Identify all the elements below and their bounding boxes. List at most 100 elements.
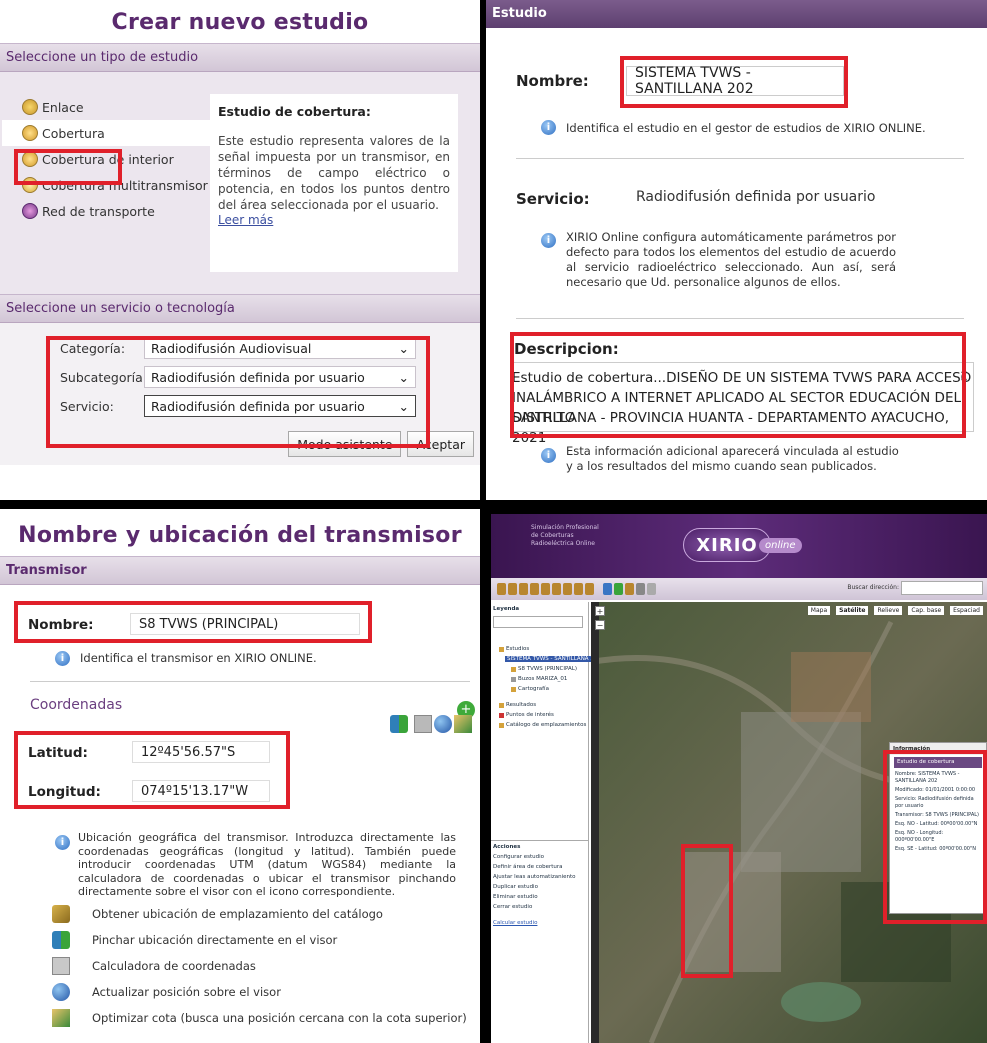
chevron-down-icon: ⌄ bbox=[398, 369, 409, 385]
transmitter-icon bbox=[511, 666, 516, 672]
section-service: Seleccione un servicio o tecnología bbox=[0, 294, 480, 323]
tree-item[interactable]: Puntos de interés bbox=[499, 712, 554, 718]
action-optimize-height[interactable]: Optimizar cota (busca una posición cerca… bbox=[52, 1009, 467, 1027]
accept-button[interactable]: Aceptar bbox=[407, 431, 474, 457]
info-line: Esq. NO - Longitud: 000º00'00.00"E bbox=[895, 830, 944, 843]
study-name-input[interactable]: SISTEMA TVWS - SANTILLANA 202 bbox=[626, 65, 844, 97]
tree-item-label: Resultados bbox=[506, 702, 537, 708]
description-note: Esta información adicional aparecerá vin… bbox=[566, 444, 899, 473]
servicio-select[interactable]: Radiodifusión definida por usuario ⌄ bbox=[144, 395, 416, 417]
tool-icon[interactable] bbox=[563, 583, 572, 595]
action-pick-on-map[interactable]: Pinchar ubicación directamente en el vis… bbox=[52, 931, 337, 949]
action-link[interactable]: Configurar estudio bbox=[493, 854, 544, 860]
tool-icon[interactable] bbox=[519, 583, 528, 595]
calculate-study-link[interactable]: Calcular estudio bbox=[493, 920, 537, 926]
legend-tree: Leyenda Estudios SISTEMA TVWS - SANTILLA… bbox=[491, 602, 607, 1043]
map-type-tabs: Mapa Satélite Relieve Cap. base Espaciad bbox=[807, 606, 983, 615]
action-link[interactable]: Duplicar estudio bbox=[493, 884, 538, 890]
transmitter-panel: Nombre y ubicación del transmisor Transm… bbox=[0, 509, 480, 1043]
multitransmitter-icon bbox=[22, 177, 38, 193]
subcategoria-select[interactable]: Radiodifusión definida por usuario ⌄ bbox=[144, 366, 416, 388]
legend-filter-input[interactable] bbox=[493, 616, 583, 628]
tool-icon[interactable] bbox=[541, 583, 550, 595]
tool-icon[interactable] bbox=[647, 583, 656, 595]
subcategoria-label: Subcategoría: bbox=[60, 369, 147, 385]
tool-icon[interactable] bbox=[625, 583, 634, 595]
tree-item[interactable]: Resultados bbox=[499, 702, 536, 708]
subcategoria-row: Subcategoría: Radiodifusión definida por… bbox=[60, 366, 416, 388]
map-tab[interactable]: Relieve bbox=[874, 606, 903, 615]
categoria-row: Categoría: Radiodifusión Audiovisual ⌄ bbox=[60, 337, 416, 359]
transport-network-icon bbox=[22, 203, 38, 219]
study-type-multitransmisor[interactable]: Cobertura multitransmisor bbox=[22, 172, 210, 198]
study-type-enlace[interactable]: Enlace bbox=[22, 94, 210, 120]
map-tab[interactable]: Satélite bbox=[836, 606, 869, 615]
tree-item[interactable]: S8 TVWS (PRINCIPAL) bbox=[511, 666, 577, 672]
new-study-panel: Crear nuevo estudio Seleccione un tipo d… bbox=[0, 0, 480, 500]
tree-item[interactable]: Buzos MARIZA_01 bbox=[511, 676, 567, 682]
pick-on-map-icon[interactable] bbox=[390, 715, 408, 733]
tool-icon[interactable] bbox=[585, 583, 594, 595]
categoria-select[interactable]: Radiodifusión Audiovisual ⌄ bbox=[144, 337, 416, 359]
map-tab[interactable]: Espaciad bbox=[950, 606, 983, 615]
action-link[interactable]: Definir área de cobertura bbox=[493, 864, 563, 870]
info-popup-subtitle: Estudio de cobertura bbox=[894, 757, 982, 768]
latitude-label: Latitud: bbox=[28, 745, 88, 761]
action-calculator[interactable]: Calculadora de coordenadas bbox=[52, 957, 256, 975]
info-popup-header: Información bbox=[890, 743, 986, 755]
servicio-value: Radiodifusión definida por usuario bbox=[151, 398, 365, 414]
brand-line: de Coberturas bbox=[531, 532, 574, 539]
study-type-label: Cobertura bbox=[42, 125, 105, 141]
study-type-label: Cobertura de interior bbox=[42, 151, 174, 167]
calculator-icon[interactable] bbox=[414, 715, 432, 733]
tool-icon[interactable] bbox=[508, 583, 517, 595]
action-link[interactable]: Cerrar estudio bbox=[493, 904, 532, 910]
divider bbox=[516, 158, 964, 159]
longitude-input[interactable]: 074º15'13.17"W bbox=[132, 780, 270, 802]
tree-item[interactable]: Estudios bbox=[499, 646, 529, 652]
transmitter-name-input[interactable]: S8 TVWS (PRINCIPAL) bbox=[130, 613, 360, 635]
info-line: Transmisor: S8 TVWS (PRINCIPAL) bbox=[895, 812, 979, 818]
study-type-cobertura-interior[interactable]: Cobertura de interior bbox=[22, 146, 210, 172]
info-icon: i bbox=[55, 835, 70, 850]
address-search-input[interactable] bbox=[901, 581, 983, 595]
tool-icon[interactable] bbox=[636, 583, 645, 595]
tool-icon[interactable] bbox=[530, 583, 539, 595]
study-type-cobertura[interactable]: Cobertura bbox=[2, 120, 210, 146]
study-type-red-transporte[interactable]: Red de transporte bbox=[22, 198, 210, 224]
folder-icon bbox=[499, 722, 504, 728]
zoom-in-icon[interactable]: + bbox=[595, 606, 605, 616]
tree-item[interactable]: Cartografía bbox=[511, 686, 549, 692]
map-tab[interactable]: Mapa bbox=[807, 606, 831, 615]
categoria-value: Radiodifusión Audiovisual bbox=[151, 340, 312, 356]
tool-icon[interactable] bbox=[574, 583, 583, 595]
tree-item-label: Cartografía bbox=[518, 686, 549, 692]
info-icon: i bbox=[541, 233, 556, 248]
wizard-mode-button[interactable]: Modo asistente bbox=[288, 431, 402, 457]
service-note: XIRIO Online configura automáticamente p… bbox=[566, 230, 896, 289]
study-name-note: Identifica el estudio en el gestor de es… bbox=[566, 121, 926, 135]
action-link[interactable]: Ajustar leas automatizaniento bbox=[493, 874, 576, 880]
zoom-out-icon[interactable]: − bbox=[595, 620, 605, 630]
page-title: Crear nuevo estudio bbox=[111, 10, 369, 35]
layer-icon bbox=[511, 676, 516, 682]
read-more-link[interactable]: Leer más bbox=[218, 213, 450, 227]
tool-icon[interactable] bbox=[603, 583, 612, 595]
tree-item[interactable]: Catálogo de emplazamientos bbox=[499, 722, 586, 728]
tool-icon[interactable] bbox=[497, 583, 506, 595]
study-type-list: Enlace Cobertura Cobertura de interior C… bbox=[2, 94, 210, 224]
optimize-height-icon[interactable] bbox=[454, 715, 472, 733]
latitude-input[interactable]: 12º45'56.57"S bbox=[132, 741, 270, 763]
action-link[interactable]: Eliminar estudio bbox=[493, 894, 538, 900]
chevron-down-icon: ⌄ bbox=[398, 340, 409, 356]
action-update-position[interactable]: Actualizar posición sobre el visor bbox=[52, 983, 281, 1001]
action-catalog[interactable]: Obtener ubicación de emplazamiento del c… bbox=[52, 905, 383, 923]
folder-icon bbox=[499, 702, 504, 708]
folder-icon bbox=[499, 712, 504, 718]
globe-icon[interactable] bbox=[434, 715, 452, 733]
action-label: Actualizar posición sobre el visor bbox=[92, 985, 281, 999]
tool-icon[interactable] bbox=[614, 583, 623, 595]
tool-icon[interactable] bbox=[552, 583, 561, 595]
info-line: Modificado: 01/01/2001 0:00:00 bbox=[895, 787, 976, 793]
map-tab[interactable]: Cap. base bbox=[908, 606, 945, 615]
